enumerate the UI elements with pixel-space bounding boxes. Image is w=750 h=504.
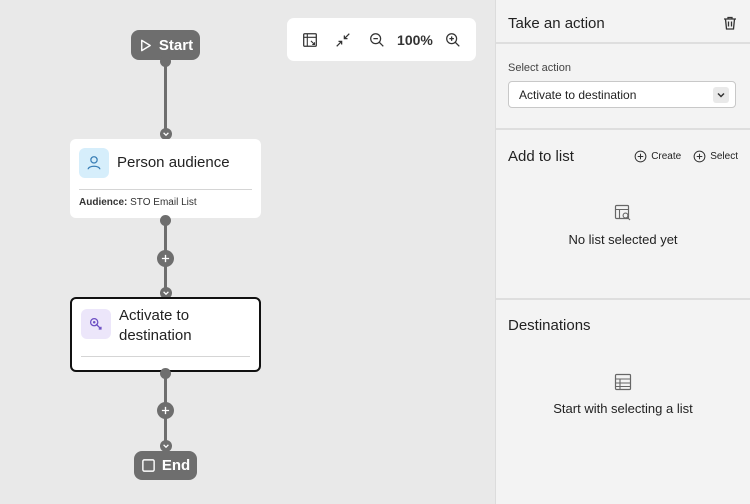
zoom-out-button[interactable] bbox=[364, 27, 390, 53]
node-title: Person audience bbox=[117, 154, 230, 171]
select-label: Select bbox=[710, 151, 738, 162]
meta-label: Audience: bbox=[79, 197, 128, 208]
start-label: Start bbox=[158, 36, 194, 54]
end-node[interactable]: End bbox=[134, 451, 197, 480]
destinations-empty-text: Start with selecting a list bbox=[553, 401, 693, 416]
person-icon bbox=[79, 148, 109, 178]
minimize-icon bbox=[336, 32, 350, 47]
add-to-list-section: Add to list Create Select No list select… bbox=[496, 130, 750, 300]
connector-line bbox=[164, 60, 167, 135]
trash-icon bbox=[724, 16, 736, 30]
destinations-empty-state: Start with selecting a list bbox=[496, 373, 750, 416]
list-search-icon bbox=[614, 204, 631, 221]
connector-dot bbox=[160, 56, 171, 67]
list-empty-text: No list selected yet bbox=[568, 232, 678, 247]
create-label: Create bbox=[651, 151, 682, 162]
zoom-toolbar: 100% bbox=[287, 18, 476, 61]
meta-value: STO Email List bbox=[130, 197, 197, 208]
panel-title: Take an action bbox=[508, 15, 605, 32]
action-panel: Take an action Select action Activate to… bbox=[495, 0, 750, 504]
add-step-button[interactable] bbox=[157, 250, 174, 267]
select-action-label: Select action bbox=[508, 62, 571, 74]
destinations-title: Destinations bbox=[508, 317, 591, 334]
collapse-button[interactable] bbox=[330, 27, 356, 53]
list-empty-state: No list selected yet bbox=[496, 204, 750, 247]
play-icon bbox=[140, 39, 151, 51]
create-list-button[interactable]: Create bbox=[634, 150, 681, 163]
node-title: Activate to destination bbox=[119, 307, 192, 344]
journey-canvas[interactable]: Start Person audience Audience: STO Emai… bbox=[0, 0, 495, 504]
select-list-button[interactable]: Select bbox=[693, 150, 738, 163]
zoom-in-icon bbox=[446, 32, 461, 47]
plus-circle-icon bbox=[634, 150, 647, 163]
end-label: End bbox=[161, 457, 191, 474]
add-to-list-title: Add to list bbox=[508, 148, 574, 165]
chevron-down-icon bbox=[713, 86, 729, 103]
zoom-out-icon bbox=[369, 32, 384, 47]
select-action-value: Activate to destination bbox=[519, 87, 637, 102]
fit-screen-icon bbox=[302, 32, 317, 47]
add-step-button[interactable] bbox=[157, 402, 174, 419]
connector-dot bbox=[160, 368, 171, 379]
person-audience-node[interactable]: Person audience Audience: STO Email List bbox=[70, 139, 261, 218]
activate-icon bbox=[81, 309, 111, 339]
take-action-header: Take an action bbox=[496, 0, 750, 44]
node-meta: Audience: STO Email List bbox=[70, 190, 261, 215]
select-action-dropdown[interactable]: Activate to destination bbox=[508, 81, 736, 108]
plus-circle-icon bbox=[693, 150, 706, 163]
select-action-section: Select action Activate to destination bbox=[496, 44, 750, 130]
destinations-section: Destinations Start with selecting a list bbox=[496, 300, 750, 504]
activate-destination-node[interactable]: Activate to destination bbox=[70, 297, 261, 372]
zoom-level: 100% bbox=[397, 31, 433, 48]
zoom-in-button[interactable] bbox=[440, 27, 466, 53]
fit-to-screen-button[interactable] bbox=[297, 27, 323, 53]
connector-dot bbox=[160, 215, 171, 226]
table-icon bbox=[614, 373, 632, 391]
stop-square-icon bbox=[142, 459, 155, 472]
divider bbox=[81, 356, 250, 357]
delete-button[interactable] bbox=[722, 15, 738, 42]
